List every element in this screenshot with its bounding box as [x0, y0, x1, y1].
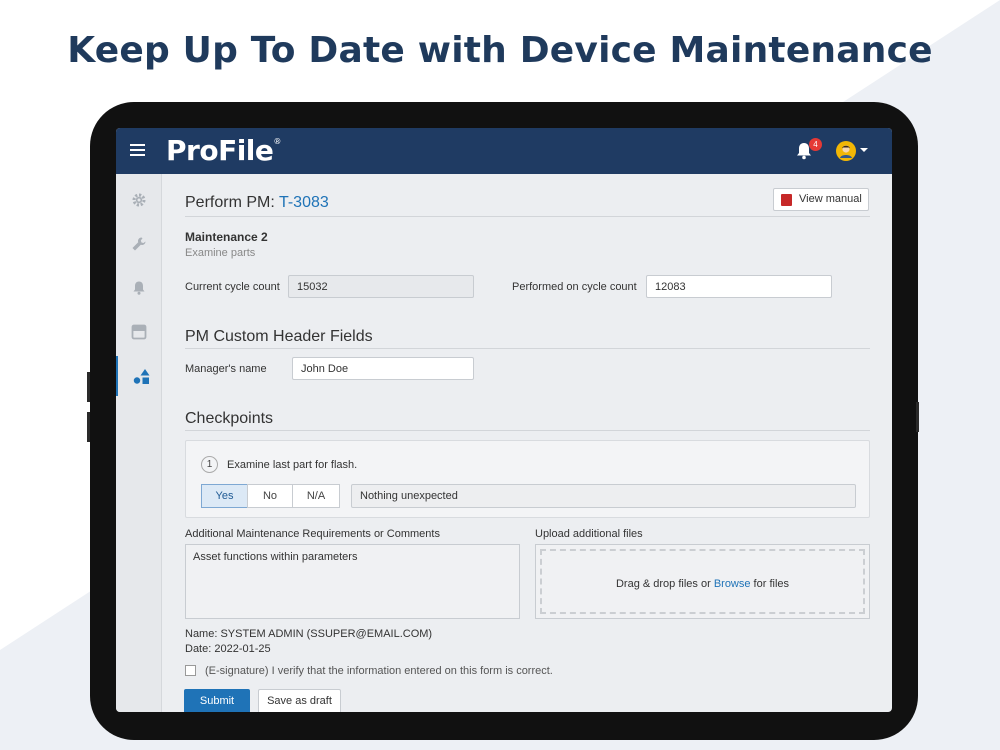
top-bar: ProFile® 4	[116, 128, 892, 174]
checkpoints-heading: Checkpoints	[185, 410, 274, 427]
option-yes[interactable]: Yes	[201, 484, 248, 508]
shapes-icon	[133, 369, 150, 384]
checkpoint-note-field[interactable]: Nothing unexpected	[351, 484, 856, 508]
maintenance-name: Maintenance 2	[185, 230, 268, 244]
divider	[185, 216, 870, 217]
esign-label: (E-signature) I verify that the informat…	[205, 665, 553, 677]
comments-label: Additional Maintenance Requirements or C…	[185, 528, 440, 540]
sidebar	[116, 174, 162, 712]
page-headline: Keep Up To Date with Device Maintenance	[67, 30, 933, 71]
esign-checkbox[interactable]	[185, 665, 196, 676]
pdf-icon	[781, 194, 792, 206]
panel-icon	[131, 324, 147, 340]
checkpoint-text: Examine last part for flash.	[227, 459, 358, 471]
option-no[interactable]: No	[247, 484, 293, 508]
checkpoint-item: 1 Examine last part for flash. Yes No N/…	[185, 440, 870, 518]
signature-name: Name: SYSTEM ADMIN (SSUPER@EMAIL.COM)	[185, 628, 433, 640]
menu-icon[interactable]	[130, 144, 145, 156]
sidebar-item-notifications[interactable]	[116, 268, 162, 308]
app-logo: ProFile®	[166, 134, 281, 167]
gear-icon	[132, 193, 146, 207]
sidebar-item-settings[interactable]	[116, 180, 162, 220]
asset-link[interactable]: T-3083	[279, 194, 329, 211]
submit-button[interactable]: Submit	[184, 689, 250, 712]
divider	[185, 430, 870, 431]
performed-cycle-field[interactable]: 12083	[646, 275, 832, 298]
sidebar-item-dashboard[interactable]	[116, 312, 162, 352]
view-manual-button[interactable]: View manual	[773, 188, 869, 211]
bell-icon	[133, 281, 145, 295]
app-screen: ProFile® 4 Perform PM: T-3083 View manua…	[116, 128, 892, 712]
file-dropzone[interactable]: Drag & drop files or Browse for files	[535, 544, 870, 619]
comments-textarea[interactable]: Asset functions within parameters	[185, 544, 520, 619]
page-title: Perform PM: T-3083	[185, 194, 329, 211]
browse-link[interactable]: Browse	[714, 578, 751, 590]
upload-label: Upload additional files	[535, 528, 643, 540]
performed-cycle-label: Performed on cycle count	[512, 281, 637, 293]
checkpoint-number: 1	[201, 456, 218, 473]
manager-name-field[interactable]: John Doe	[292, 357, 474, 380]
save-draft-button[interactable]: Save as draft	[258, 689, 341, 712]
sidebar-item-assets[interactable]	[116, 356, 162, 396]
notification-badge: 4	[809, 138, 822, 151]
avatar[interactable]	[836, 141, 856, 161]
current-cycle-label: Current cycle count	[185, 281, 280, 293]
sidebar-item-maintenance[interactable]	[116, 224, 162, 264]
chevron-down-icon[interactable]	[860, 148, 868, 152]
current-cycle-field: 15032	[288, 275, 474, 298]
manager-label: Manager's name	[185, 363, 267, 375]
custom-fields-heading: PM Custom Header Fields	[185, 328, 373, 345]
signature-date: Date: 2022-01-25	[185, 643, 271, 655]
main-content: Perform PM: T-3083 View manual Maintenan…	[184, 174, 871, 712]
divider	[185, 348, 870, 349]
option-na[interactable]: N/A	[292, 484, 340, 508]
maintenance-description: Examine parts	[185, 247, 256, 259]
wrench-icon	[132, 237, 146, 251]
